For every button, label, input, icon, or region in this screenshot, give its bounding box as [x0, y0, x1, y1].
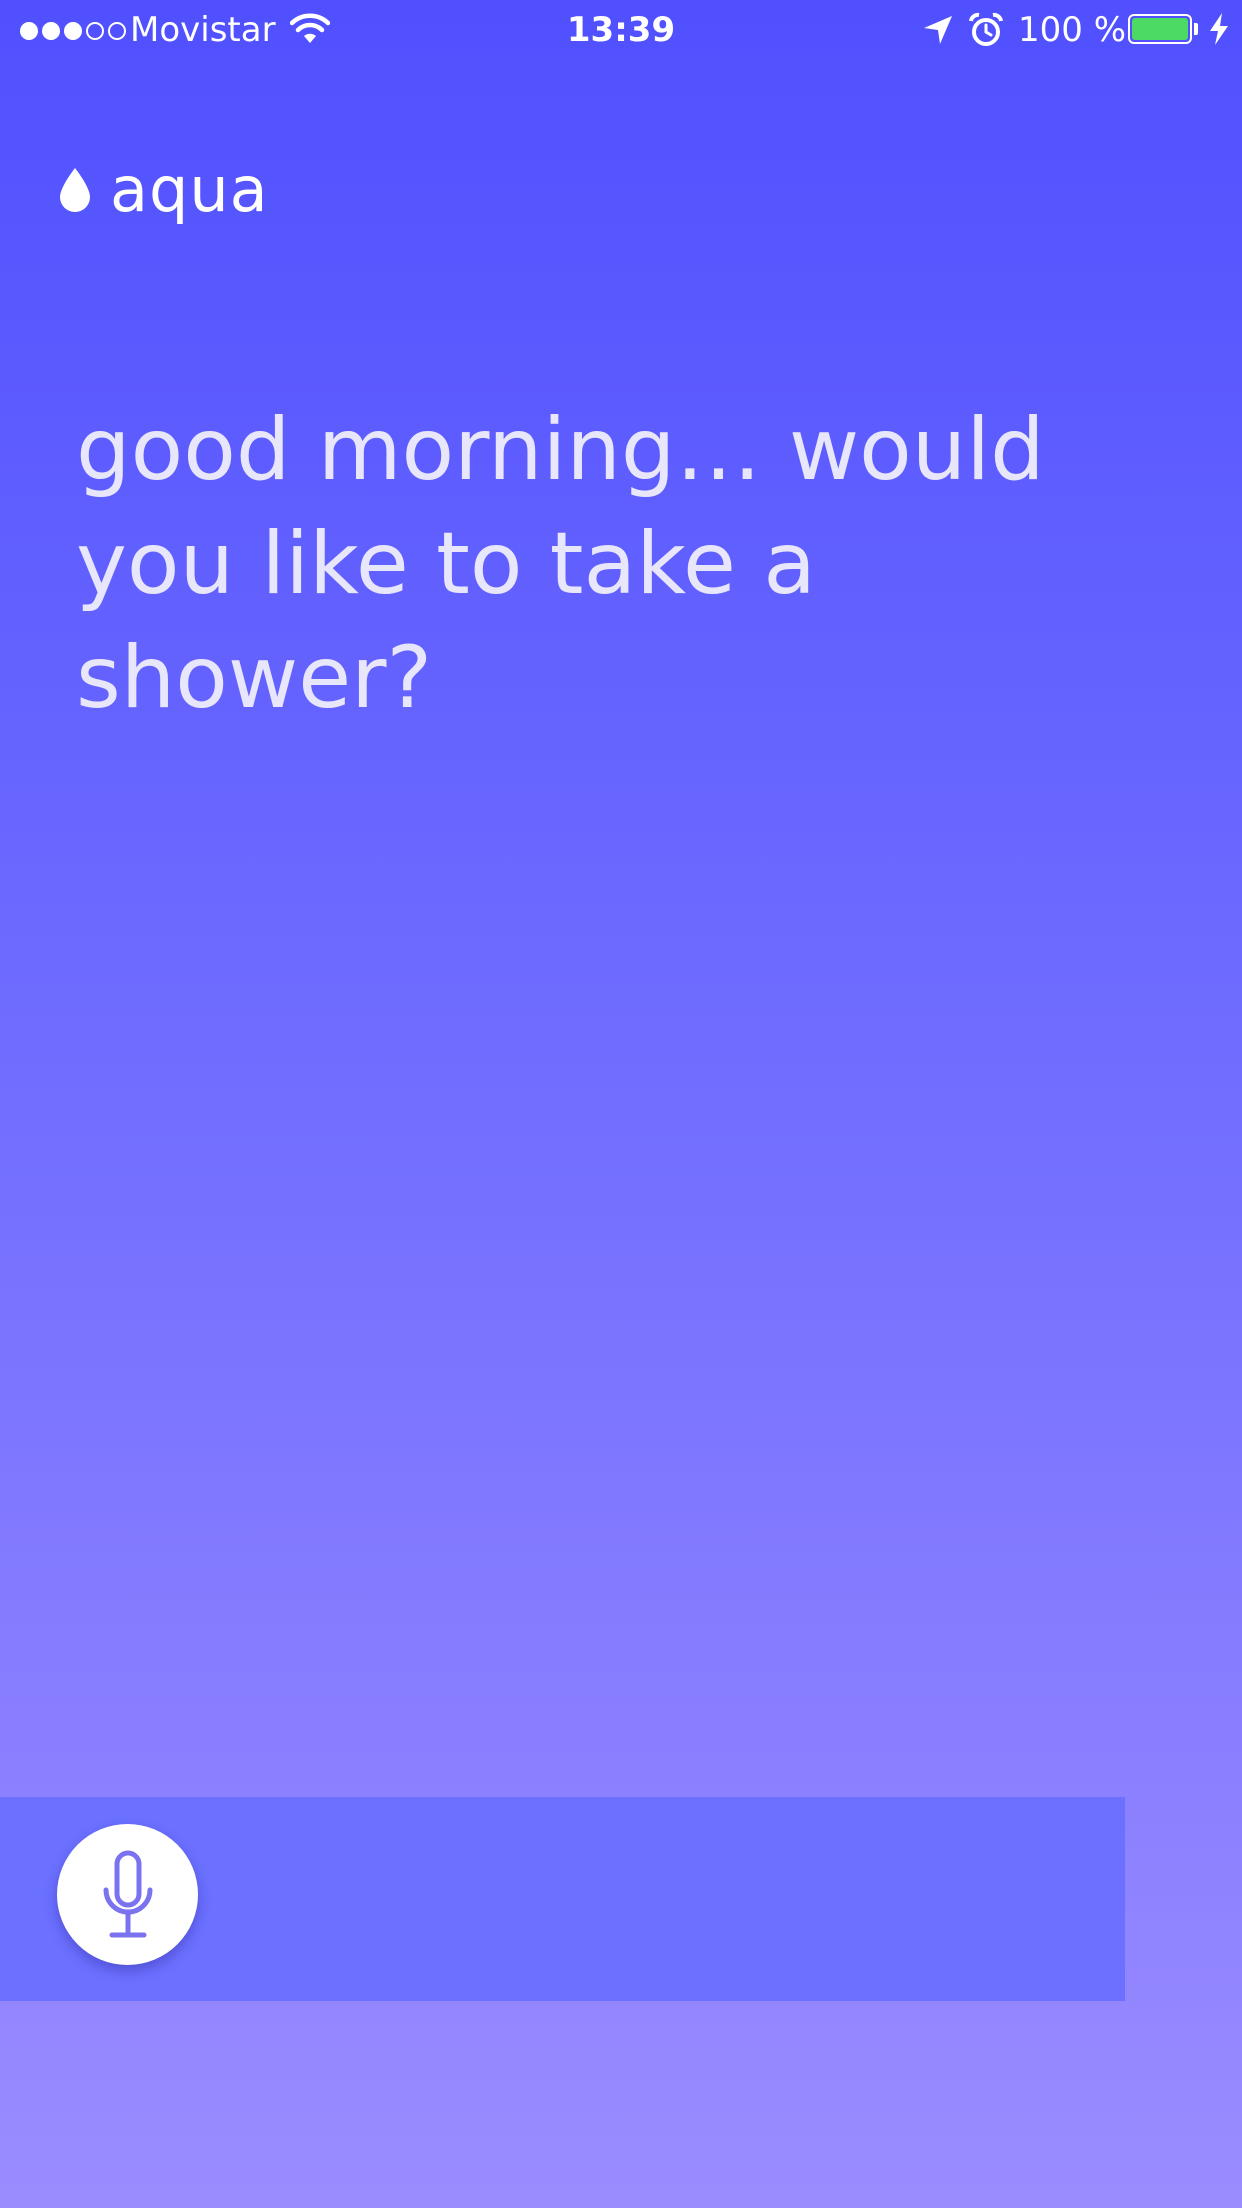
greeting-message: good morning… would you like to take a s… — [76, 400, 1045, 728]
battery-percentage: 100 % — [1018, 10, 1127, 50]
battery-level-fill — [1132, 18, 1188, 40]
alarm-clock-icon — [969, 12, 1003, 46]
battery-tip — [1194, 23, 1198, 35]
water-drop-icon — [60, 168, 90, 212]
app-logo: aqua — [58, 150, 269, 230]
location-arrow-icon — [924, 16, 952, 44]
app-name: aqua — [110, 153, 269, 226]
microphone-icon — [103, 1850, 152, 1937]
charging-bolt-icon — [1210, 13, 1228, 45]
battery-icon — [1128, 14, 1192, 44]
microphone-button[interactable] — [57, 1824, 198, 1965]
status-bar: Movistar 13:39 100 % — [0, 0, 1242, 64]
voice-input-bar — [0, 1797, 1125, 2001]
